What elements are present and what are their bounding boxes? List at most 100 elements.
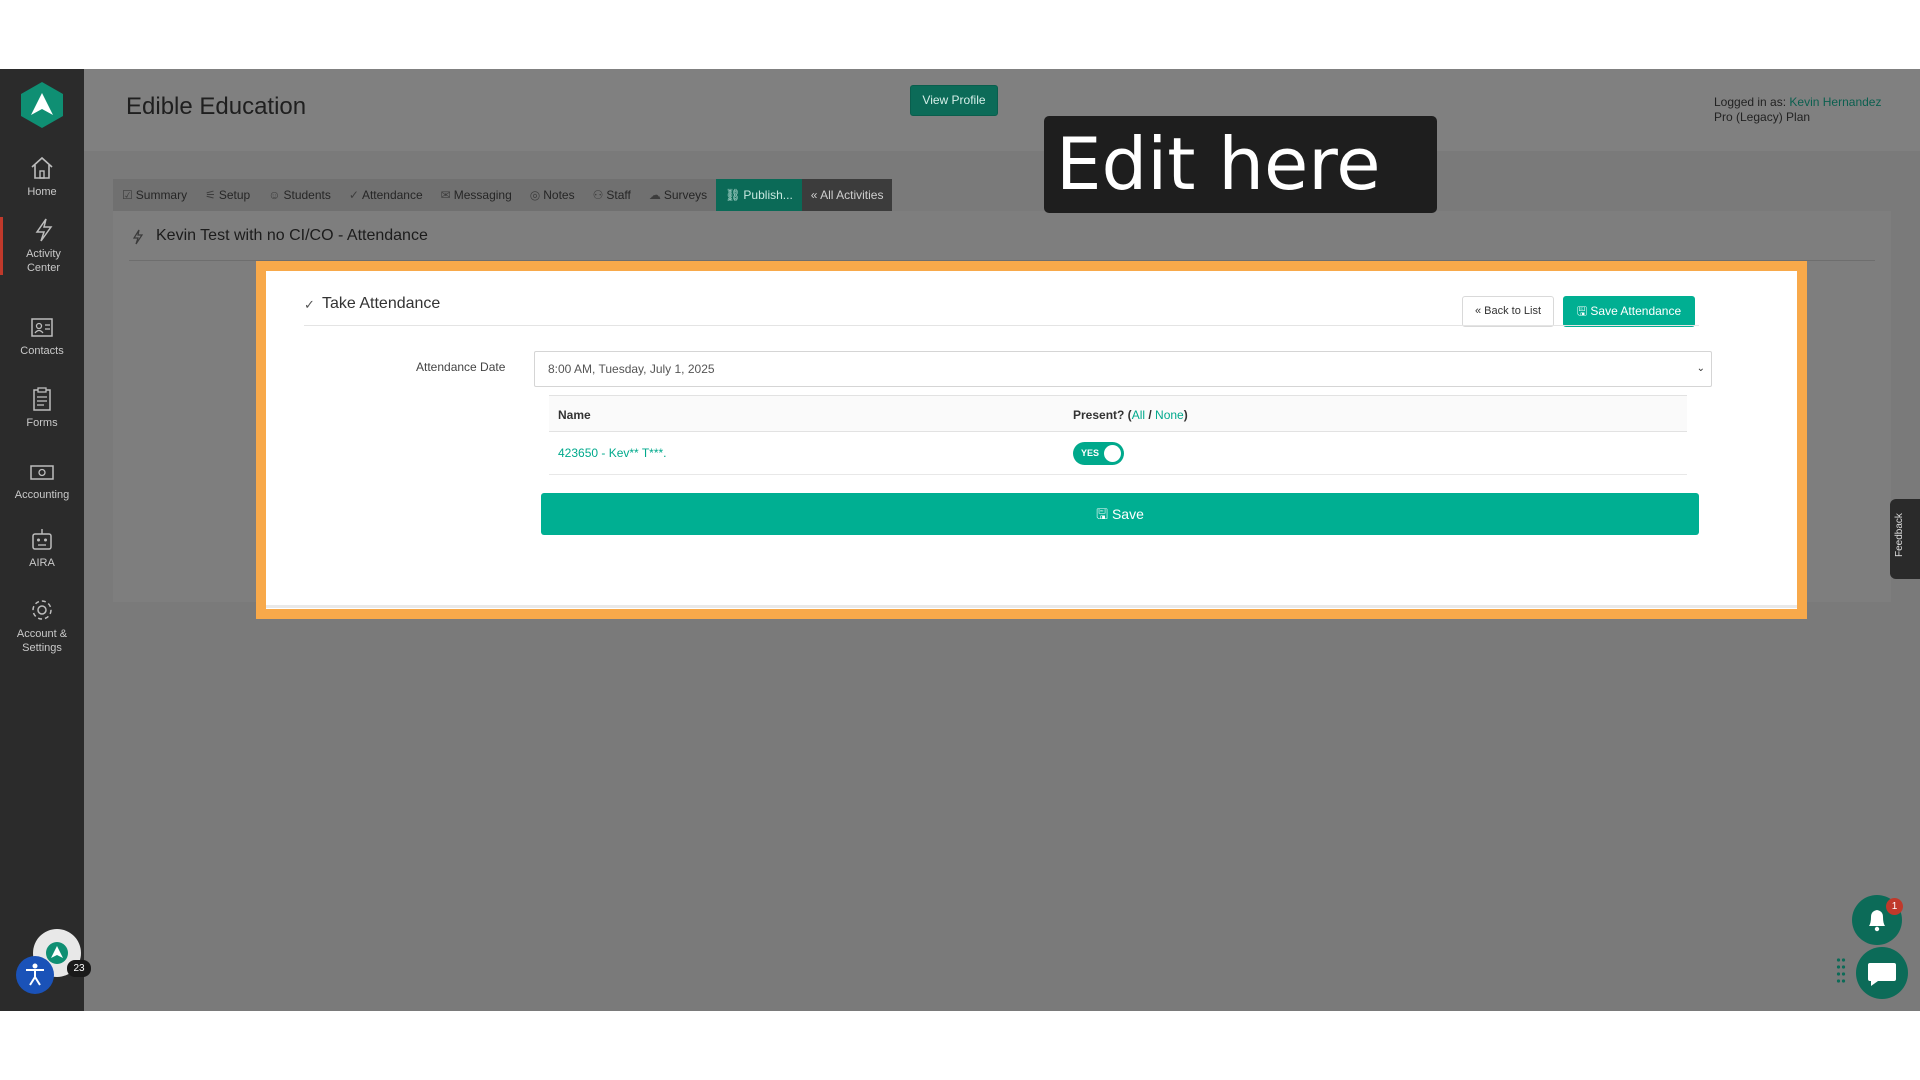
toggle-label: YES — [1081, 448, 1100, 458]
note-icon: ◎ — [529, 188, 541, 202]
link-icon: ⛓ — [725, 188, 741, 202]
money-icon — [30, 465, 54, 480]
attendance-table: Name Present? (All / None) 423650 - Kev*… — [549, 395, 1687, 475]
tab-label: Surveys — [663, 188, 708, 202]
tab-staff[interactable]: ⚇ Staff — [584, 179, 640, 211]
cloud-icon: ☁ — [648, 188, 661, 202]
present-suffix: ) — [1183, 408, 1188, 422]
sidebar-item-contacts[interactable]: Contacts — [0, 314, 84, 358]
sidebar-item-home[interactable]: Home — [0, 155, 84, 199]
tab-attendance[interactable]: ✓ Attendance — [340, 179, 432, 211]
robot-icon — [32, 529, 52, 550]
accessibility-button[interactable] — [16, 956, 54, 994]
sidebar-item-label: Forms — [26, 417, 58, 429]
chat-bubble-icon — [1868, 963, 1896, 986]
feedback-label: Feedback — [1894, 513, 1905, 557]
sidebar-item-accounting[interactable]: Accounting — [0, 458, 84, 502]
table-header: Name Present? (All / None) — [549, 395, 1687, 432]
feedback-tab[interactable]: Feedback — [1890, 499, 1920, 579]
toggle-knob — [1104, 445, 1121, 462]
attendance-date-label: Attendance Date — [416, 360, 506, 374]
tab-label: Setup — [218, 188, 251, 202]
tab-label: Staff — [606, 188, 631, 202]
sidebar-item-label: AIRA — [29, 557, 55, 569]
tab-messaging[interactable]: ✉ Messaging — [432, 179, 521, 211]
login-info: Logged in as: Kevin Hernandez Pro (Legac… — [1714, 95, 1881, 125]
present-toggle[interactable]: YES — [1073, 442, 1124, 465]
card-title: Take Attendance — [322, 295, 441, 312]
tab-notes[interactable]: ◎ Notes — [521, 179, 584, 211]
tab-label: Attendance — [361, 188, 423, 202]
logo-icon[interactable] — [20, 81, 64, 129]
sidebar-item-account-settings[interactable]: Account & Settings — [0, 597, 84, 655]
sidebar: Home Activity Center Contacts Forms Acco… — [0, 69, 91, 1011]
contacts-icon — [31, 318, 53, 337]
clipboard-icon — [33, 387, 51, 411]
check-icon: ✓ — [304, 297, 315, 312]
drag-handle-icon[interactable] — [1836, 957, 1846, 985]
divider — [304, 325, 1699, 326]
tab-setup[interactable]: ⚟ Setup — [196, 179, 259, 211]
top-bar: Edible Education View Profile Logged in … — [84, 69, 1920, 151]
sidebar-item-aira[interactable]: AIRA — [0, 526, 84, 570]
user-name-link[interactable]: Kevin Hernandez — [1789, 95, 1881, 109]
sidebar-item-label: Contacts — [20, 345, 64, 357]
notification-badge: 1 — [1886, 898, 1903, 915]
save-icon: 🖫 — [1096, 506, 1112, 522]
tab-label: Summary — [135, 188, 188, 202]
tab-all-activities[interactable]: « All Activities — [801, 179, 893, 211]
table-row: 423650 - Kev** T***. YES — [549, 432, 1687, 475]
save-icon: 🖫 — [1576, 304, 1591, 318]
sidebar-item-label-2: Center — [26, 262, 61, 274]
attendance-date-select[interactable]: 8:00 AM, Tuesday, July 1, 2025 ⌄ — [534, 351, 1712, 387]
page-title: Edible Education — [126, 93, 307, 120]
chat-button[interactable] — [1856, 947, 1908, 999]
sidebar-item-activity-center[interactable]: Activity Center — [0, 217, 84, 275]
lightning-icon — [132, 229, 144, 245]
staff-icon: ⚇ — [592, 188, 604, 202]
column-header-name: Name — [558, 408, 591, 422]
sidebar-item-forms[interactable]: Forms — [0, 386, 84, 430]
tab-summary[interactable]: ☑ Summary — [113, 179, 196, 211]
lightning-icon — [35, 218, 52, 242]
user-icon: ☺ — [268, 188, 281, 202]
checkbox-icon: ☑ — [122, 188, 133, 202]
app-frame: Home Activity Center Contacts Forms Acco… — [0, 69, 1920, 1011]
sidebar-item-label: Account & — [16, 628, 68, 640]
sliders-icon: ⚟ — [205, 188, 216, 202]
tab-surveys[interactable]: ☁ Surveys — [640, 179, 716, 211]
tab-label: Publish... — [743, 188, 793, 202]
divider — [266, 605, 1797, 608]
take-attendance-card: ✓ Take Attendance « Back to List 🖫 Save … — [256, 261, 1807, 619]
envelope-icon: ✉ — [440, 188, 451, 202]
back-to-list-button[interactable]: « Back to List — [1462, 296, 1554, 327]
attendance-date-value: 8:00 AM, Tuesday, July 1, 2025 — [548, 362, 715, 376]
tab-students[interactable]: ☺ Students — [259, 179, 340, 211]
column-header-present: Present? (All / None) — [1073, 408, 1188, 422]
logged-in-prefix: Logged in as: — [1714, 95, 1790, 109]
present-separator: / — [1145, 408, 1156, 422]
gear-icon — [32, 600, 52, 620]
avatar-badge: 23 — [67, 960, 91, 977]
tab-label: Notes — [543, 188, 575, 202]
accessibility-icon — [26, 963, 44, 986]
check-icon: ✓ — [348, 188, 359, 202]
activity-tabs: ☑ Summary ⚟ Setup ☺ Students ✓ Attendance ✉ M… — [113, 179, 893, 211]
sidebar-item-label: Accounting — [14, 489, 70, 501]
present-prefix: Present? ( — [1073, 408, 1132, 422]
sidebar-item-label-2: Settings — [22, 642, 62, 654]
tab-publish[interactable]: ⛓ Publish... — [716, 179, 802, 211]
select-all-link[interactable]: All — [1132, 408, 1145, 422]
sidebar-item-label: Home — [27, 186, 57, 198]
tab-label: Students — [283, 188, 331, 202]
tab-label: Messaging — [453, 188, 512, 202]
chevron-down-icon: ⌄ — [1696, 363, 1705, 374]
save-attendance-button[interactable]: 🖫 Save Attendance — [1563, 296, 1695, 327]
activity-title: Kevin Test with no CI/CO - Attendance — [156, 227, 428, 244]
select-none-link[interactable]: None — [1155, 408, 1184, 422]
student-name-link[interactable]: 423650 - Kev** T***. — [558, 446, 667, 460]
save-button[interactable]: 🖫 Save — [541, 493, 1699, 535]
view-profile-button[interactable]: View Profile — [910, 85, 998, 116]
plan-label: Pro (Legacy) Plan — [1714, 110, 1811, 124]
save-label: Save — [1111, 506, 1144, 522]
